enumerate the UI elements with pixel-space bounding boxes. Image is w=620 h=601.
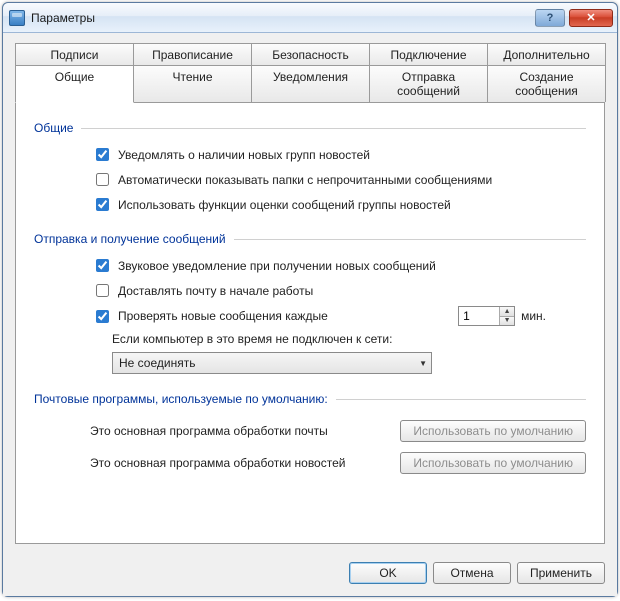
opt-notify-groups[interactable]: Уведомлять о наличии новых групп новосте… — [92, 145, 586, 164]
tab-security[interactable]: Безопасность — [251, 43, 370, 66]
tab-advanced[interactable]: Дополнительно — [487, 43, 606, 66]
tab-row-1: Подписи Правописание Безопасность Подклю… — [15, 43, 605, 66]
group-header-defaults: Почтовые программы, используемые по умол… — [34, 392, 586, 406]
lbl-use-rating: Использовать функции оценки сообщений гр… — [118, 198, 451, 212]
window-buttons: ? ✕ — [535, 9, 613, 27]
offline-label: Если компьютер в это время не подключен … — [112, 332, 586, 346]
tab-read[interactable]: Чтение — [133, 65, 252, 102]
lbl-auto-show-unread: Автоматически показывать папки с непрочи… — [118, 173, 492, 187]
tab-signatures[interactable]: Подписи — [15, 43, 134, 66]
tab-spelling[interactable]: Правописание — [133, 43, 252, 66]
tab-row-2: Общие Чтение Уведомления Отправка сообще… — [15, 65, 605, 102]
tab-general[interactable]: Общие — [15, 65, 134, 103]
opt-deliver-on-start[interactable]: Доставлять почту в начале работы — [92, 281, 586, 300]
ok-button[interactable]: OK — [349, 562, 427, 584]
lbl-notify-groups: Уведомлять о наличии новых групп новосте… — [118, 148, 370, 162]
group-title-general: Общие — [34, 121, 73, 135]
opt-check-every: Проверять новые сообщения каждые ▲ ▼ мин… — [92, 306, 586, 326]
spinner-up[interactable]: ▲ — [500, 307, 514, 317]
spinner-down[interactable]: ▼ — [500, 317, 514, 326]
window-title: Параметры — [31, 11, 535, 25]
tab-panel-general: Общие Уведомлять о наличии новых групп н… — [15, 102, 605, 544]
app-icon — [9, 10, 25, 26]
chk-notify-groups[interactable] — [96, 148, 109, 161]
group-title-defaults: Почтовые программы, используемые по умол… — [34, 392, 328, 406]
default-mail-label: Это основная программа обработки почты — [90, 424, 386, 438]
opt-auto-show-unread[interactable]: Автоматически показывать папки с непрочи… — [92, 170, 586, 189]
check-interval-input[interactable] — [459, 307, 499, 325]
sendrecv-options: Звуковое уведомление при получении новых… — [92, 256, 586, 374]
lbl-sound-on-new: Звуковое уведомление при получении новых… — [118, 259, 436, 273]
default-news-label: Это основная программа обработки новосте… — [90, 456, 386, 470]
titlebar[interactable]: Параметры ? ✕ — [3, 3, 617, 33]
chk-sound-on-new[interactable] — [96, 259, 109, 272]
opt-sound-on-new[interactable]: Звуковое уведомление при получении новых… — [92, 256, 586, 275]
general-options: Уведомлять о наличии новых групп новосте… — [92, 145, 586, 214]
tab-send[interactable]: Отправка сообщений — [369, 65, 488, 102]
chk-auto-show-unread[interactable] — [96, 173, 109, 186]
divider — [336, 399, 586, 400]
dialog-footer: OK Отмена Применить — [3, 554, 617, 596]
check-interval-spinner[interactable]: ▲ ▼ — [458, 306, 515, 326]
apply-button[interactable]: Применить — [517, 562, 605, 584]
check-interval-unit: мин. — [521, 309, 546, 323]
group-header-general: Общие — [34, 121, 586, 135]
default-mail-button: Использовать по умолчанию — [400, 420, 586, 442]
default-news-button: Использовать по умолчанию — [400, 452, 586, 474]
cancel-button[interactable]: Отмена — [433, 562, 511, 584]
tab-compose[interactable]: Создание сообщения — [487, 65, 606, 102]
tab-receipts[interactable]: Уведомления — [251, 65, 370, 102]
lbl-check-every: Проверять новые сообщения каждые — [118, 309, 328, 323]
help-button[interactable]: ? — [535, 9, 565, 27]
options-dialog: Параметры ? ✕ Подписи Правописание Безоп… — [2, 2, 618, 597]
opt-use-rating[interactable]: Использовать функции оценки сообщений гр… — [92, 195, 586, 214]
default-mail-row: Это основная программа обработки почты И… — [90, 420, 586, 442]
chevron-down-icon: ▼ — [419, 359, 427, 368]
chk-use-rating[interactable] — [96, 198, 109, 211]
dialog-content: Подписи Правописание Безопасность Подклю… — [3, 33, 617, 554]
group-title-sendrecv: Отправка и получение сообщений — [34, 232, 226, 246]
chk-check-every[interactable] — [96, 310, 109, 323]
chk-deliver-on-start[interactable] — [96, 284, 109, 297]
group-header-sendrecv: Отправка и получение сообщений — [34, 232, 586, 246]
default-programs: Это основная программа обработки почты И… — [34, 420, 586, 474]
lbl-deliver-on-start: Доставлять почту в начале работы — [118, 284, 313, 298]
divider — [234, 239, 586, 240]
check-interval-wrap: ▲ ▼ мин. — [458, 306, 546, 326]
offline-combo[interactable]: Не соединять ▼ — [112, 352, 432, 374]
divider — [81, 128, 586, 129]
close-button[interactable]: ✕ — [569, 9, 613, 27]
tab-connection[interactable]: Подключение — [369, 43, 488, 66]
default-news-row: Это основная программа обработки новосте… — [90, 452, 586, 474]
offline-combo-value: Не соединять — [119, 356, 195, 370]
